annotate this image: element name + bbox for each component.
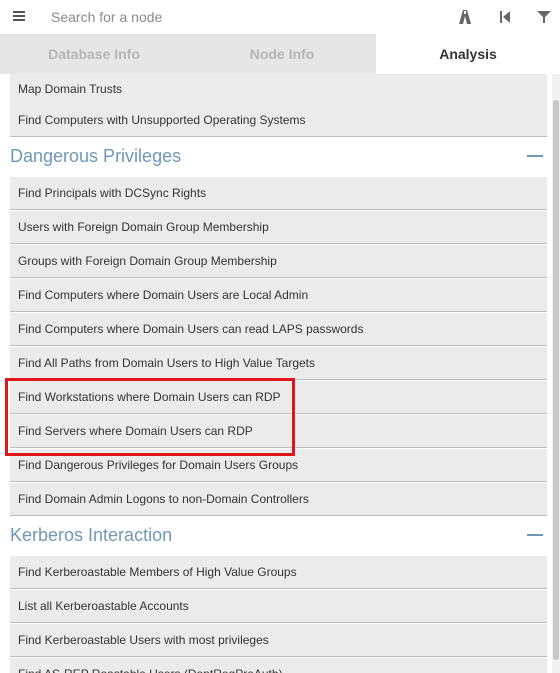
query-item[interactable]: Find Principals with DCSync Rights	[10, 177, 547, 210]
tab-database-info[interactable]: Database Info	[0, 34, 188, 74]
back-icon[interactable]	[496, 8, 514, 26]
query-item[interactable]: Find Servers where Domain Users can RDP	[10, 415, 547, 448]
query-item[interactable]: Map Domain Trusts	[10, 74, 547, 106]
query-item[interactable]: Find Computers with Unsupported Operatin…	[10, 104, 547, 137]
query-item[interactable]: Find AS-REP Roastable Users (DontReqPreA…	[10, 658, 547, 673]
filter-icon[interactable]	[535, 8, 553, 26]
collapse-icon[interactable]	[527, 534, 543, 536]
query-item[interactable]: Find Kerberoastable Members of High Valu…	[10, 556, 547, 589]
tab-node-info[interactable]: Node Info	[188, 34, 376, 74]
query-item[interactable]: Groups with Foreign Domain Group Members…	[10, 245, 547, 278]
query-item[interactable]: Find Computers where Domain Users are Lo…	[10, 279, 547, 312]
analysis-panel: Map Domain Trusts Find Computers with Un…	[0, 74, 560, 673]
query-item[interactable]: Find Dangerous Privileges for Domain Use…	[10, 449, 547, 482]
query-item[interactable]: Find Domain Admin Logons to non-Domain C…	[10, 483, 547, 516]
query-item[interactable]: Find Kerberoastable Users with most priv…	[10, 624, 547, 657]
section-title: Kerberos Interaction	[10, 525, 173, 545]
query-item[interactable]: Find Workstations where Domain Users can…	[10, 381, 547, 414]
section-header-dangerous-privileges[interactable]: Dangerous Privileges	[10, 142, 543, 172]
scrollbar-thumb[interactable]	[553, 100, 559, 660]
query-item[interactable]: Users with Foreign Domain Group Membersh…	[10, 211, 547, 244]
collapse-icon[interactable]	[527, 155, 543, 157]
query-item[interactable]: Find Computers where Domain Users can re…	[10, 313, 547, 346]
search-bar	[0, 0, 560, 35]
search-input[interactable]	[40, 6, 431, 28]
query-item[interactable]: Find All Paths from Domain Users to High…	[10, 347, 547, 380]
query-item[interactable]: List all Kerberoastable Accounts	[10, 590, 547, 623]
path-icon[interactable]	[456, 8, 474, 26]
section-header-kerberos-interaction[interactable]: Kerberos Interaction	[10, 521, 543, 551]
section-title: Dangerous Privileges	[10, 146, 182, 166]
tab-bar: Database Info Node Info Analysis	[0, 34, 560, 74]
tab-analysis[interactable]: Analysis	[376, 34, 560, 74]
menu-icon[interactable]	[11, 8, 27, 24]
